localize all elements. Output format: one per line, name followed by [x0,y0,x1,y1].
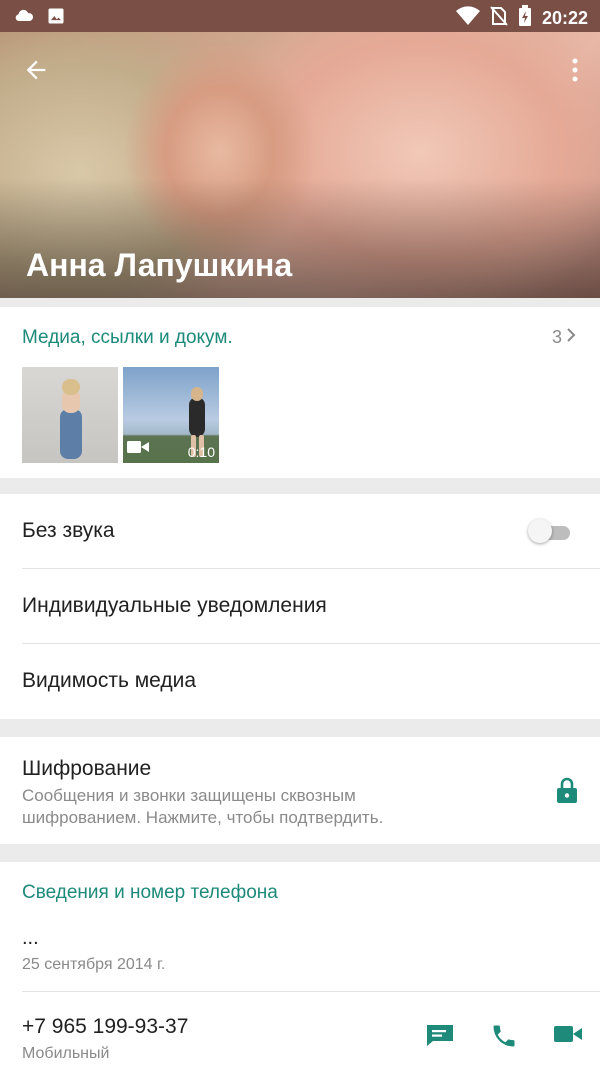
custom-notifications-label: Индивидуальные уведомления [22,594,327,617]
encryption-description: Сообщения и звонки защищены сквозным шиф… [22,786,384,827]
about-date: 25 сентября 2014 г. [22,956,166,973]
media-count: 3 [551,327,562,347]
mute-label: Без звука [22,519,115,542]
about-text: ... [22,927,39,949]
custom-notifications-row[interactable]: Индивидуальные уведомления [0,569,600,644]
notification-settings: Без звука Индивидуальные уведомления Вид… [0,494,600,719]
arrow-back-icon[interactable] [22,56,50,89]
info-section: Сведения и номер телефона ... 25 сентябр… [0,862,600,1067]
profile-photo-header[interactable]: Анна Лапушкина [0,32,600,298]
cloud-icon [14,6,34,31]
no-sim-icon [490,6,508,31]
chevron-right-icon [566,327,576,348]
videocam-icon [127,440,149,459]
video-duration: 0:10 [187,444,215,460]
call-icon[interactable] [490,1022,518,1055]
media-section-title[interactable]: Медиа, ссылки и докум. [22,327,233,349]
encryption-title: Шифрование [22,757,152,780]
phone-type: Мобильный [22,1045,110,1062]
media-thumbnail-video[interactable]: 0:10 [123,367,219,463]
media-visibility-label: Видимость медиа [22,669,197,692]
mute-toggle[interactable] [528,519,570,543]
media-visibility-row[interactable]: Видимость медиа [0,644,600,719]
status-bar: 20:22 [0,0,600,32]
encryption-row[interactable]: Шифрование Сообщения и звонки защищены с… [0,737,600,844]
contact-name: Анна Лапушкина [26,247,293,283]
image-icon [46,6,66,31]
message-icon[interactable] [425,1022,455,1053]
phone-number[interactable]: +7 965 199-93-37 [22,1015,188,1039]
lock-icon [556,777,578,808]
media-count-link[interactable]: 3 [552,327,576,348]
video-call-icon[interactable] [553,1022,583,1051]
status-time: 20:22 [541,8,588,28]
mute-row[interactable]: Без звука [0,494,600,569]
media-thumbnail-photo[interactable] [22,367,118,463]
battery-charging-icon [518,5,532,32]
wifi-icon [455,6,480,31]
media-section: Медиа, ссылки и докум. 3 0:10 [0,307,600,478]
more-vert-icon[interactable] [570,56,580,89]
info-section-title: Сведения и номер телефона [22,882,278,903]
